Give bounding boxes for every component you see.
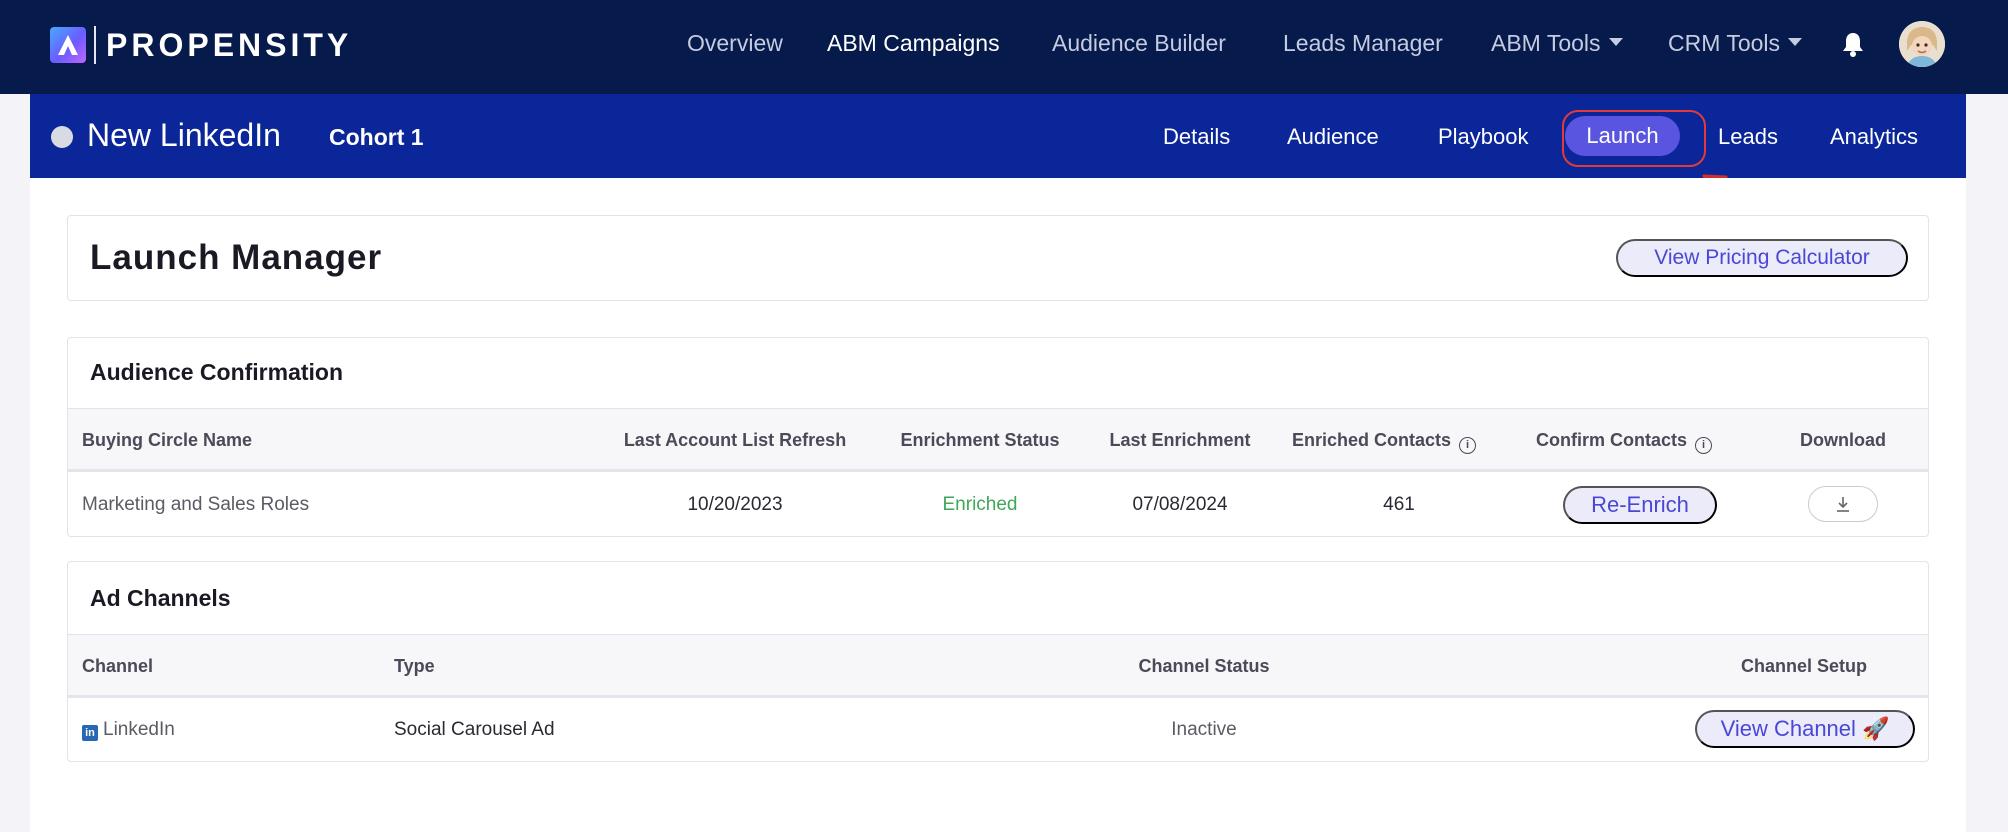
launch-manager-card: Launch Manager View Pricing Calculator [67,215,1929,301]
col-buying-circle-name: Buying Circle Name [82,430,253,450]
campaign-cohort: Cohort 1 [329,124,424,150]
channel-type: Social Carousel Ad [394,719,555,740]
tab-audience[interactable]: Audience [1287,124,1379,150]
view-pricing-calculator-button[interactable]: View Pricing Calculator [1616,239,1908,277]
caret-down-icon [1608,37,1623,46]
col-enriched-contacts: Enriched Contacts i [1292,430,1477,454]
channel-name-label: LinkedIn [103,719,175,740]
re-enrich-button[interactable]: Re-Enrich [1563,486,1717,524]
channel-name: in LinkedIn [82,719,175,741]
nav-abm-campaigns[interactable]: ABM Campaigns [827,30,1000,57]
logo-mark-icon [50,27,86,63]
ad-channels-table-header: Channel Type Channel Status Channel Setu… [68,634,1928,698]
nav-audience-builder[interactable]: Audience Builder [1052,30,1226,57]
download-button[interactable] [1808,486,1878,522]
page-title: Launch Manager [90,238,383,277]
campaign-status-dot [51,126,73,148]
col-last-refresh: Last Account List Refresh [623,430,847,450]
col-type: Type [394,656,435,676]
nav-leads-manager[interactable]: Leads Manager [1283,30,1443,57]
enriched-contacts-value: 461 [1383,494,1415,515]
audience-confirmation-card: Audience Confirmation Buying Circle Name… [67,337,1929,537]
channel-status: Inactive [1171,719,1237,740]
linkedin-icon: in [82,725,98,741]
audience-table-header: Buying Circle Name Last Account List Ref… [68,408,1928,472]
col-enriched-contacts-label: Enriched Contacts [1292,430,1452,450]
col-enrichment-status: Enrichment Status [900,430,1060,450]
nav-overview[interactable]: Overview [687,30,783,57]
view-channel-button[interactable]: View Channel 🚀 [1695,710,1915,748]
nav-abm-tools-label: ABM Tools [1491,30,1601,56]
nav-abm-tools-dropdown[interactable]: ABM Tools [1491,30,1623,57]
ad-channels-card: Ad Channels Channel Type Channel Status … [67,561,1929,762]
buying-circle-name: Marketing and Sales Roles [82,494,310,515]
caret-down-icon [1788,37,1803,46]
launch-highlight-annotation [1562,110,1706,167]
tab-details[interactable]: Details [1163,124,1230,150]
col-download: Download [1800,430,1886,450]
top-navbar: PROPENSITY Overview ABM Campaigns Audien… [0,0,2008,94]
logo-separator [94,26,96,64]
nav-crm-tools-label: CRM Tools [1668,30,1781,56]
col-channel-setup: Channel Setup [1740,656,1868,676]
col-channel-status: Channel Status [1138,656,1270,676]
info-icon[interactable]: i [1459,437,1477,454]
last-refresh-value: 10/20/2023 [687,494,783,515]
last-enrichment-value: 07/08/2024 [1132,494,1228,515]
nav-crm-tools-dropdown[interactable]: CRM Tools [1668,30,1803,57]
col-confirm-contacts-label: Confirm Contacts [1536,430,1688,450]
col-confirm-contacts: Confirm Contacts i [1536,430,1713,454]
brand-name: PROPENSITY [106,26,353,63]
user-avatar[interactable] [1899,21,1945,67]
download-icon [1837,497,1849,512]
col-last-enrichment: Last Enrichment [1109,430,1251,450]
audience-confirmation-title: Audience Confirmation [90,359,344,385]
info-icon[interactable]: i [1695,437,1713,454]
bell-icon[interactable] [1840,30,1866,58]
tab-playbook[interactable]: Playbook [1438,124,1529,150]
enrichment-status-badge: Enriched [942,494,1018,515]
col-channel: Channel [82,656,154,676]
ad-channels-title: Ad Channels [90,585,231,611]
campaign-name: New LinkedIn [87,117,281,153]
brand-logo[interactable]: PROPENSITY [50,26,352,64]
tab-leads[interactable]: Leads [1718,124,1778,150]
tab-analytics[interactable]: Analytics [1830,124,1918,150]
